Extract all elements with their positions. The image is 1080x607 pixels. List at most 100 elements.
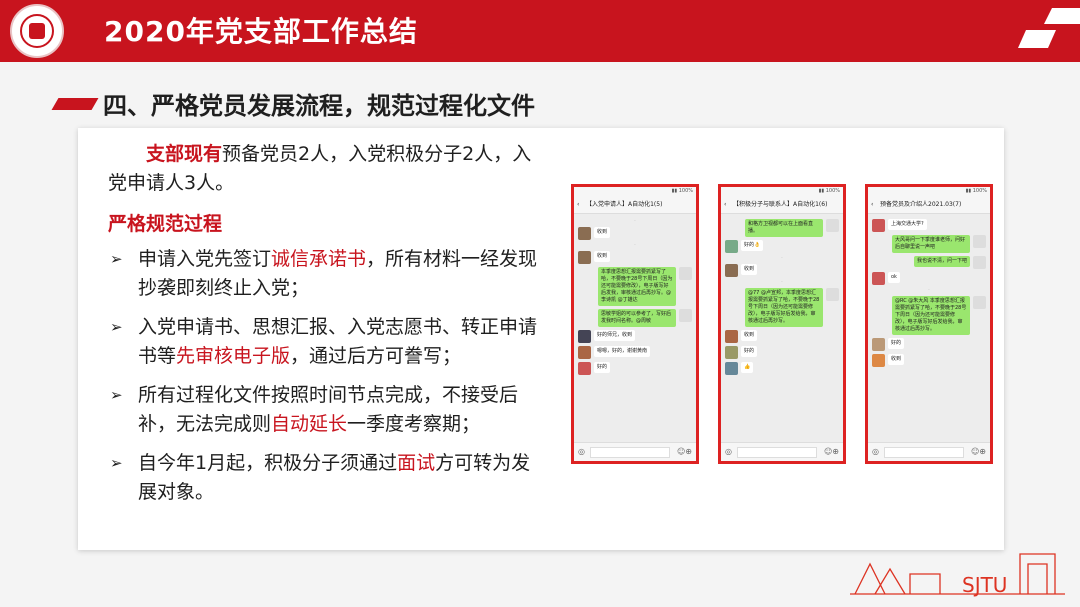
message-bubble: 和格方卫视都可以在上面看直播。 [745, 219, 823, 237]
intro-paragraph: 支部现有预备党员2人，入党积极分子2人，入党申请人3人。 [108, 140, 548, 198]
chat-title: 【入党申请人】A自动化1(5) [586, 201, 663, 208]
back-arrow-icon: ‹ [724, 201, 727, 208]
chat-screenshot-2: ▮▮ 100% ‹ 【积极分子与联系人】A自动化1(6) 和格方卫视都可以在上面看… [718, 184, 846, 464]
message-bubble: 好的👌 [741, 240, 764, 251]
chat-header: ‹ 【积极分子与联系人】A自动化1(6) [721, 197, 843, 214]
phone-status-bar: ▮▮ 100% [721, 187, 843, 197]
sjtu-watermark-logo: SJTU [850, 553, 1065, 597]
phone-status-bar: ▮▮ 100% [868, 187, 990, 197]
chat-input-bar[interactable]: ◎ ☺⊕ [721, 442, 843, 461]
intro-highlight: 支部现有 [146, 143, 223, 165]
chat-message: 👍 [725, 362, 839, 375]
avatar [578, 362, 591, 375]
bullet-highlight: 自动延长 [271, 413, 348, 435]
avatar [679, 267, 692, 280]
avatar [872, 219, 885, 232]
chat-message: @RC @朱大风 本季度思想汇报需要抓紧写了哈，不要晚于28号下周日（因为还可能… [872, 296, 986, 335]
avatar [973, 296, 986, 309]
emoji-plus-icon[interactable]: ☺⊕ [677, 443, 692, 461]
chat-message: 上海交通大学? [872, 219, 986, 232]
voice-icon[interactable]: ◎ [725, 443, 732, 461]
chat-message: 收到 [725, 330, 839, 343]
avatar [725, 346, 738, 359]
phone-status-bar: ▮▮ 100% [574, 187, 696, 197]
avatar [973, 235, 986, 248]
bullet-highlight: 面试 [397, 452, 436, 474]
chat-message: 好的👌 [725, 240, 839, 253]
timestamp: · [928, 288, 930, 293]
timestamp: · [634, 243, 636, 248]
chat-message: 大风哥问一下季度谁老师，问好后自聊里说一声吧 [872, 235, 986, 253]
page-title: 2020年党支部工作总结 [104, 15, 418, 48]
voice-icon[interactable]: ◎ [872, 443, 879, 461]
chat-header: ‹ 预备党员及介绍人2021.03(7) [868, 197, 990, 214]
section-marker-icon [51, 98, 99, 110]
chat-body: · 收到 · 收到 本季度思想汇报需要抓紧写了哈，不要晚于28号下周日（因为还可… [574, 214, 696, 380]
chat-input-bar[interactable]: ◎ ☺⊕ [868, 442, 990, 461]
message-bubble: ok [888, 272, 900, 283]
corner-stripes-icon [1018, 8, 1080, 48]
bullet-item: ➢ 所有过程化文件按照时间节点完成，不接受后补，无法完成则自动延长一季度考察期； [108, 381, 548, 439]
chat-message: 收到 [578, 227, 692, 240]
text-column: 支部现有预备党员2人，入党积极分子2人，入党申请人3人。 严格规范过程 ➢ 申请… [108, 140, 548, 517]
message-input[interactable] [737, 447, 817, 458]
chat-message: 和格方卫视都可以在上面看直播。 [725, 219, 839, 237]
arrow-bullet-icon: ➢ [110, 318, 123, 336]
avatar [725, 240, 738, 253]
bullet-text: ，通过后方可誊写； [290, 345, 462, 367]
message-bubble: 嗯嗯，好的，谢谢黄南 [594, 346, 651, 357]
chat-screenshot-1: ▮▮ 100% ‹ 【入党申请人】A自动化1(5) · 收到 · 收到 本季度思想… [571, 184, 699, 464]
chat-message: 本季度思想汇报需要抓紧写了哈，不要晚于28号下周日（因为还可能需要修改），电子版… [578, 267, 692, 306]
chat-message: 好的 [872, 338, 986, 351]
timestamp: · [781, 256, 783, 261]
message-bubble: 思敏学姐的可以参考了，写好后发我时间名称。@周敏 [598, 309, 676, 327]
timestamp: · [781, 280, 783, 285]
bullet-text: 申请入党先签订 [138, 248, 272, 270]
avatar [725, 264, 738, 277]
emoji-plus-icon[interactable]: ☺⊕ [824, 443, 839, 461]
chat-message: 收到 [725, 264, 839, 277]
bullet-text: 一季度考察期； [347, 413, 481, 435]
logo-ring [20, 14, 54, 48]
back-arrow-icon: ‹ [577, 201, 580, 208]
back-arrow-icon: ‹ [871, 201, 874, 208]
message-input[interactable] [884, 447, 964, 458]
process-heading: 严格规范过程 [108, 213, 223, 235]
chat-screenshot-3: ▮▮ 100% ‹ 预备党员及介绍人2021.03(7) 上海交通大学? 大风哥问… [865, 184, 993, 464]
timestamp: · [634, 219, 636, 224]
bullet-item: ➢ 自今年1月起，积极分子须通过面试方可转为发展对象。 [108, 449, 548, 507]
chat-message: 收到 [872, 354, 986, 367]
avatar [578, 251, 591, 264]
message-bubble: 👍 [741, 362, 754, 373]
avatar [725, 362, 738, 375]
avatar [872, 338, 885, 351]
chat-message: 好的师兄，收到 [578, 330, 692, 343]
chat-body: 和格方卫视都可以在上面看直播。 好的👌 · 收到 · @77 @卢宣邦，本季度思… [721, 214, 843, 380]
message-bubble: 大风哥问一下季度谁老师，问好后自聊里说一声吧 [892, 235, 970, 253]
bullet-highlight: 先审核电子版 [176, 345, 291, 367]
arrow-bullet-icon: ➢ [110, 250, 123, 268]
message-bubble: 收到 [594, 251, 611, 262]
voice-icon[interactable]: ◎ [578, 443, 585, 461]
message-bubble: 好的 [594, 362, 611, 373]
chat-message: 好的 [725, 346, 839, 359]
message-bubble: 收到 [888, 354, 905, 365]
message-input[interactable] [590, 447, 670, 458]
avatar [826, 288, 839, 301]
section-title: 四、严格党员发展流程，规范过程化文件 [103, 92, 535, 120]
avatar [826, 219, 839, 232]
watermark-text: SJTU [962, 573, 1007, 597]
logo-emblem [29, 23, 45, 39]
chat-message: 我也说不清，问一下吧 [872, 256, 986, 269]
avatar [578, 227, 591, 240]
message-bubble: 收到 [594, 227, 611, 238]
title-bar: 2020年党支部工作总结 [0, 0, 1080, 62]
emoji-plus-icon[interactable]: ☺⊕ [971, 443, 986, 461]
message-bubble: 上海交通大学? [888, 219, 927, 230]
avatar [578, 346, 591, 359]
chat-message: @77 @卢宣邦，本季度思想汇报需要抓紧写了哈，不要晚于28号下周日（因为还可能… [725, 288, 839, 327]
message-bubble: 本季度思想汇报需要抓紧写了哈，不要晚于28号下周日（因为还可能需要修改），电子版… [598, 267, 676, 306]
chat-input-bar[interactable]: ◎ ☺⊕ [574, 442, 696, 461]
arrow-bullet-icon: ➢ [110, 386, 123, 404]
avatar [578, 330, 591, 343]
